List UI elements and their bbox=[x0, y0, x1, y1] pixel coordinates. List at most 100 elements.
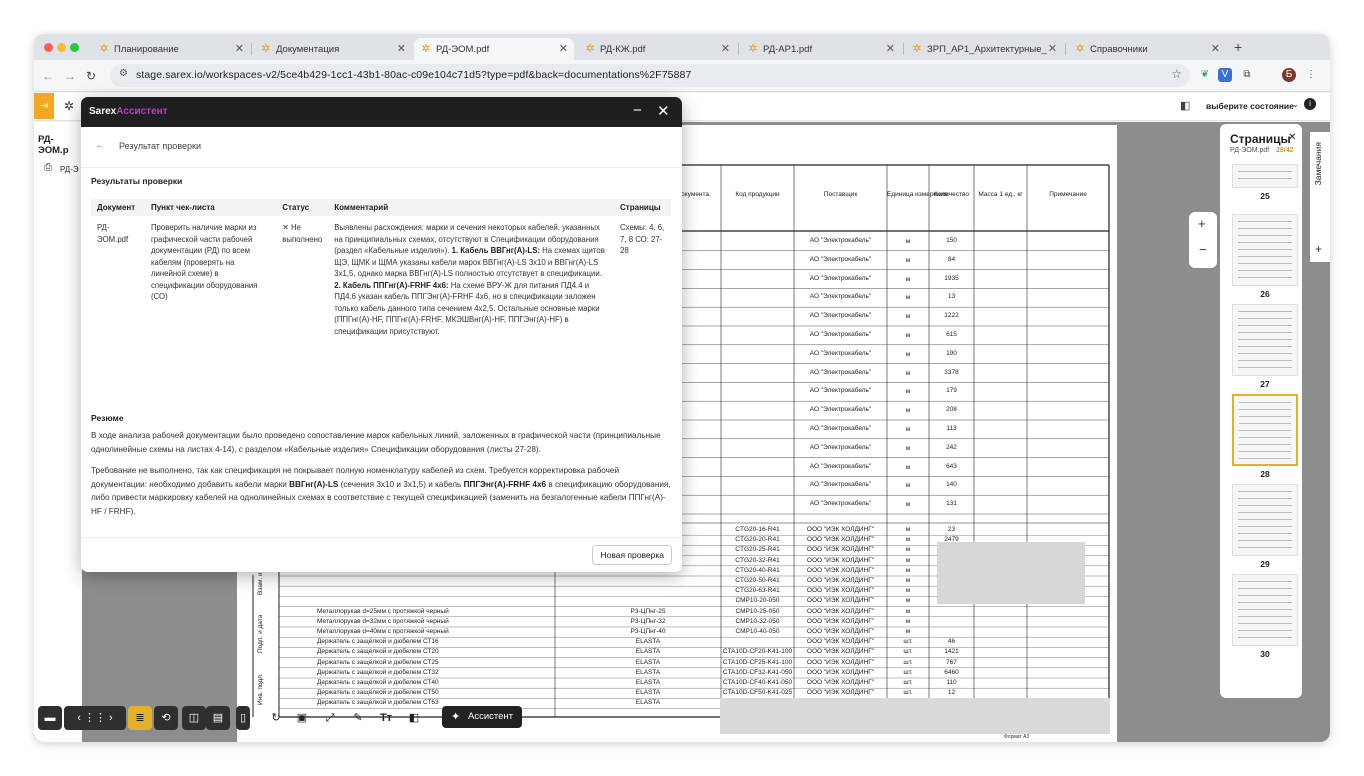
expand-icon[interactable]: ⤢ bbox=[318, 706, 342, 730]
add-remark-icon[interactable]: + bbox=[1315, 242, 1322, 256]
row-unit: м bbox=[905, 444, 911, 452]
row-unit: м bbox=[905, 256, 911, 264]
ruler-icon[interactable]: ✎ bbox=[346, 706, 370, 730]
row-unit: шт. bbox=[903, 648, 913, 656]
row-name: Держатель с защёлкой и дюбелем СТ25 bbox=[317, 658, 439, 666]
layout-icon[interactable]: ▤ bbox=[206, 706, 230, 730]
new-check-button[interactable]: Новая проверка bbox=[592, 545, 672, 565]
row-mark: ELASTA bbox=[635, 648, 661, 656]
reload-icon[interactable]: ↻ bbox=[86, 69, 96, 83]
summary-p2: Требование не выполнено, так как специфи… bbox=[91, 466, 671, 516]
page-thumbnail[interactable] bbox=[1232, 484, 1298, 556]
state-select[interactable]: выберите состояние bbox=[1206, 101, 1294, 111]
address-bar[interactable]: ⚙ stage.sarex.io/workspaces-v2/5ce4b429-… bbox=[110, 64, 1190, 87]
extension-leaf-icon[interactable]: ❦ bbox=[1198, 68, 1212, 82]
two-page-icon[interactable]: ◫ bbox=[182, 706, 206, 730]
tab-planning[interactable]: ✲ Планирование ✕ bbox=[92, 38, 250, 60]
modal-header: SarexАссистент − ✕ bbox=[81, 97, 682, 127]
minimize-icon[interactable]: − bbox=[633, 102, 642, 119]
remarks-tab[interactable]: Замечания + bbox=[1310, 132, 1330, 262]
page-thumbnail[interactable] bbox=[1232, 394, 1298, 466]
row-qty: 140 bbox=[946, 481, 957, 489]
sarex-favicon-icon: ✲ bbox=[585, 43, 595, 55]
folder-icon[interactable]: ▬ bbox=[38, 706, 62, 730]
forward-arrow-icon[interactable]: → bbox=[64, 69, 76, 83]
tab-rd-eom[interactable]: ✲ РД-ЭОМ.pdf ✕ bbox=[414, 38, 574, 60]
crop-icon[interactable]: ▣ bbox=[290, 706, 314, 730]
cell-comment: Выявлены расхождения: марки и сечения не… bbox=[334, 223, 605, 336]
page-number: 26 bbox=[1260, 289, 1270, 299]
row-supplier: ООО "ИЭК ХОЛДИНГ" bbox=[806, 679, 875, 686]
info-icon[interactable]: i bbox=[1304, 98, 1316, 110]
browser-menu-icon[interactable]: ⋮ bbox=[1304, 68, 1318, 82]
row-code: CTA10D-CF50-K41-025 bbox=[722, 689, 793, 697]
compare-tool-icon[interactable]: ◧ bbox=[402, 706, 426, 730]
assistant-label: Ассистент bbox=[468, 711, 514, 722]
close-tab-icon[interactable]: ✕ bbox=[886, 42, 895, 55]
tab-zrp-ar1[interactable]: ✲ ЗРП_АР1_Архитектурные_ ✕ bbox=[905, 38, 1063, 60]
print-icon[interactable]: ⎙ bbox=[44, 162, 52, 173]
bookmark-star-icon[interactable]: ☆ bbox=[1171, 67, 1182, 81]
tab-documentation[interactable]: ✲ Документация ✕ bbox=[254, 38, 412, 60]
tab-rd-ar1[interactable]: ✲ РД-АР1.pdf ✕ bbox=[741, 38, 901, 60]
sarex-favicon-icon: ✲ bbox=[912, 43, 922, 55]
row-qty: 13 bbox=[947, 293, 956, 301]
row-qty: 3378 bbox=[944, 368, 959, 376]
page-number: 30 bbox=[1260, 649, 1270, 659]
close-tab-icon[interactable]: ✕ bbox=[235, 42, 244, 55]
zoom-in-button[interactable]: + bbox=[1198, 216, 1206, 231]
chevron-down-icon[interactable]: ⌄ bbox=[1292, 100, 1299, 109]
row-unit: м bbox=[905, 628, 911, 635]
tool-grip-icon[interactable]: ▯ bbox=[236, 706, 250, 730]
col-comment: Комментарий bbox=[328, 199, 615, 216]
close-tab-icon[interactable]: ✕ bbox=[1048, 42, 1057, 55]
rotate-icon[interactable]: ⟲ bbox=[154, 706, 178, 730]
back-arrow-icon[interactable]: ← bbox=[42, 69, 54, 83]
row-mark: ELASTA bbox=[635, 668, 661, 676]
row-name: Металлорукав d=32мм с протяжкой черный bbox=[317, 617, 449, 625]
sparkle-icon: ✦ bbox=[451, 711, 461, 723]
redo-icon[interactable]: ↻ bbox=[264, 706, 288, 730]
side-label: Подп. и дата bbox=[257, 614, 264, 653]
extension-v-icon[interactable]: V bbox=[1218, 68, 1232, 82]
row-unit: м bbox=[905, 294, 911, 302]
text-tool-icon[interactable]: Tт bbox=[374, 706, 398, 730]
row-code: CTG20-20-R41 bbox=[735, 536, 780, 544]
tab-references[interactable]: ✲ Справочники ✕ bbox=[1068, 38, 1226, 60]
row-unit: шт. bbox=[903, 668, 913, 676]
zoom-out-button[interactable]: − bbox=[1199, 242, 1207, 257]
sarex-logo-icon[interactable]: ✲ bbox=[64, 99, 74, 113]
minimize-window-button[interactable] bbox=[57, 43, 66, 52]
close-tab-icon[interactable]: ✕ bbox=[1211, 42, 1220, 55]
close-pages-icon[interactable]: ✕ bbox=[1288, 132, 1296, 143]
row-name: Держатель с защёлкой и дюбелем СТ20 bbox=[317, 648, 439, 656]
page-thumbnail[interactable] bbox=[1232, 304, 1298, 376]
zoom-window-button[interactable] bbox=[70, 43, 79, 52]
close-tab-icon[interactable]: ✕ bbox=[559, 42, 568, 55]
sidebar-toggle-icon[interactable]: ⇥ bbox=[34, 93, 54, 119]
close-icon[interactable]: ✕ bbox=[657, 102, 670, 120]
row-unit: м bbox=[905, 313, 911, 321]
back-arrow-icon[interactable]: ← bbox=[95, 140, 105, 151]
align-icon[interactable]: ≣ bbox=[128, 706, 152, 730]
close-tab-icon[interactable]: ✕ bbox=[721, 42, 730, 55]
tab-rd-kzh[interactable]: ✲ РД-КЖ.pdf ✕ bbox=[578, 38, 736, 60]
compare-icon[interactable]: ◧ bbox=[1180, 99, 1190, 112]
page-thumbnail[interactable] bbox=[1232, 214, 1298, 286]
row-unit: м bbox=[905, 556, 911, 564]
new-tab-button[interactable]: + bbox=[1234, 39, 1242, 55]
row-name: Держатель с защёлкой и дюбелем СТ32 bbox=[317, 668, 439, 676]
profile-avatar[interactable]: Б bbox=[1282, 68, 1296, 82]
row-supplier: АО "Электрокабель" bbox=[809, 462, 872, 470]
sarex-favicon-icon: ✲ bbox=[421, 43, 431, 55]
site-settings-icon[interactable]: ⚙ bbox=[119, 68, 128, 79]
close-window-button[interactable] bbox=[44, 43, 53, 52]
page-thumbnail[interactable] bbox=[1232, 574, 1298, 646]
page-thumbnail[interactable] bbox=[1232, 164, 1298, 188]
row-unit: шт. bbox=[903, 658, 913, 666]
close-tab-icon[interactable]: ✕ bbox=[397, 42, 406, 55]
row-supplier: ООО "ИЭК ХОЛДИНГ" bbox=[806, 597, 875, 605]
assistant-button[interactable]: ✦ Ассистент bbox=[442, 706, 522, 728]
page-nav[interactable]: ‹ ⋮⋮ › bbox=[64, 706, 126, 730]
extensions-puzzle-icon[interactable]: ⧉ bbox=[1240, 68, 1254, 82]
